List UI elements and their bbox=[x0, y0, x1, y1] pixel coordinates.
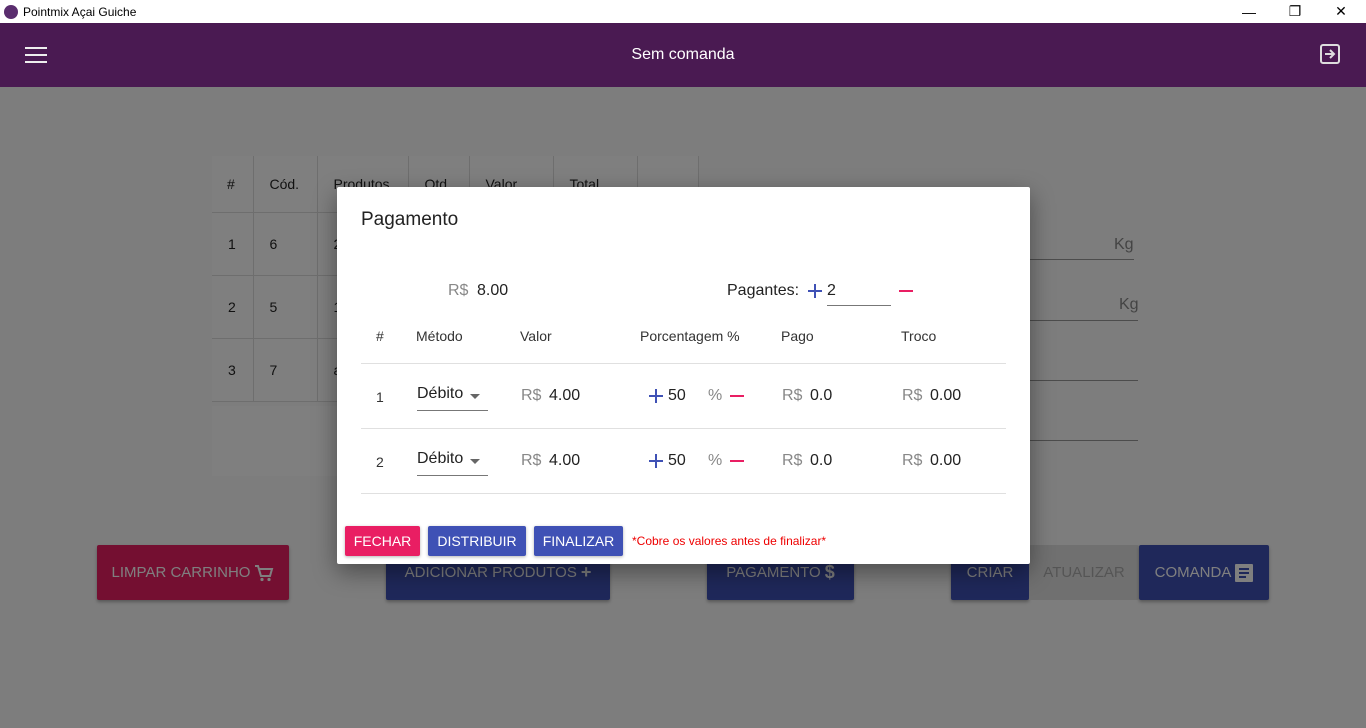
divider bbox=[361, 428, 1006, 429]
method-select[interactable]: Débito bbox=[417, 450, 488, 476]
total-currency: R$ bbox=[448, 282, 469, 299]
divider bbox=[361, 493, 1006, 494]
payment-dialog: Pagamento R$ 8.00 Pagantes: 2 # Método V… bbox=[337, 187, 1030, 564]
warning-text: *Cobre os valores antes de finalizar* bbox=[632, 534, 827, 548]
decrease-percent-icon[interactable] bbox=[730, 460, 744, 462]
col-header-method: Método bbox=[416, 328, 463, 344]
change-currency: R$ bbox=[902, 387, 923, 404]
remove-payer-icon[interactable] bbox=[899, 290, 913, 292]
exit-icon[interactable] bbox=[1320, 44, 1340, 64]
distribute-button[interactable]: DISTRIBUIR bbox=[428, 526, 526, 556]
percent-sign: % bbox=[708, 387, 723, 404]
row-number: 2 bbox=[376, 454, 384, 470]
change-currency: R$ bbox=[902, 452, 923, 469]
add-payer-icon[interactable] bbox=[808, 284, 822, 298]
app-logo-icon bbox=[4, 4, 18, 19]
change-value: 0.00 bbox=[930, 387, 962, 404]
window-title: Pointmix Açai Guiche bbox=[23, 4, 137, 19]
col-header-percent: Porcentagem % bbox=[640, 328, 740, 344]
dropdown-caret-icon bbox=[470, 459, 480, 464]
app-bar: Sem comanda bbox=[0, 23, 1366, 87]
minimize-button[interactable]: — bbox=[1226, 0, 1272, 23]
divider bbox=[361, 363, 1006, 364]
col-header-value: Valor bbox=[520, 328, 552, 344]
total-value: 8.00 bbox=[477, 282, 509, 299]
percent-input[interactable]: 50 bbox=[668, 387, 686, 405]
decrease-percent-icon[interactable] bbox=[730, 395, 744, 397]
dropdown-caret-icon bbox=[470, 394, 480, 399]
close-window-button[interactable]: ✕ bbox=[1318, 0, 1364, 23]
col-header-paid: Pago bbox=[781, 328, 814, 344]
col-header-number: # bbox=[376, 328, 384, 344]
increase-percent-icon[interactable] bbox=[649, 389, 663, 403]
hamburger-menu-icon[interactable] bbox=[25, 47, 47, 63]
paid-currency: R$ bbox=[782, 452, 803, 469]
payers-label: Pagantes: bbox=[727, 282, 800, 299]
row-value: 4.00 bbox=[549, 387, 581, 404]
paid-input[interactable]: 0.0 bbox=[810, 452, 832, 470]
percent-input[interactable]: 50 bbox=[668, 452, 686, 470]
percent-sign: % bbox=[708, 452, 723, 469]
dialog-title: Pagamento bbox=[361, 209, 459, 230]
row-number: 1 bbox=[376, 389, 384, 405]
method-value: Débito bbox=[417, 450, 464, 467]
paid-input[interactable]: 0.0 bbox=[810, 387, 832, 405]
value-currency: R$ bbox=[521, 387, 542, 404]
restore-button[interactable]: ❐ bbox=[1272, 0, 1318, 23]
method-select[interactable]: Débito bbox=[417, 385, 488, 411]
increase-percent-icon[interactable] bbox=[649, 454, 663, 468]
finalize-button[interactable]: FINALIZAR bbox=[534, 526, 623, 556]
col-header-change: Troco bbox=[901, 328, 937, 344]
paid-currency: R$ bbox=[782, 387, 803, 404]
row-value: 4.00 bbox=[549, 452, 581, 469]
window-titlebar: Pointmix Açai Guiche — ❐ ✕ bbox=[0, 0, 1366, 23]
method-value: Débito bbox=[417, 385, 464, 402]
value-currency: R$ bbox=[521, 452, 542, 469]
close-dialog-button[interactable]: FECHAR bbox=[345, 526, 420, 556]
payers-input[interactable]: 2 bbox=[827, 282, 891, 306]
app-bar-title: Sem comanda bbox=[631, 46, 735, 63]
change-value: 0.00 bbox=[930, 452, 962, 469]
